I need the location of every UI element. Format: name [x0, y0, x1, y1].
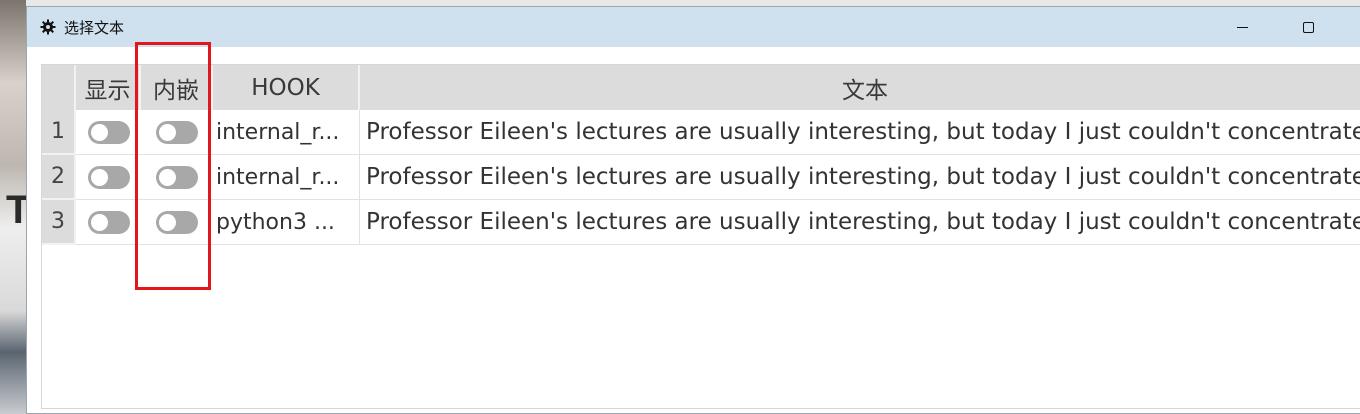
table-row[interactable]: 1 internal_r... Professor Eileen's lectu… — [42, 110, 1360, 155]
text-table: 显示 内嵌 HOOK 文本 1 internal_r... Professor … — [41, 64, 1360, 409]
toggle-knob — [90, 168, 108, 186]
select-text-window: 选择文本 显示 内嵌 HOOK 文本 1 internal_r... Profe… — [26, 6, 1360, 414]
show-toggle[interactable] — [87, 165, 130, 189]
title-bar[interactable]: 选择文本 — [27, 7, 1360, 47]
row-number: 2 — [42, 155, 76, 200]
hook-cell[interactable]: internal_r... — [213, 110, 360, 155]
text-cell[interactable]: Professor Eileen's lectures are usually … — [360, 155, 1360, 200]
annotation-highlight-box — [135, 42, 211, 290]
text-cell[interactable]: Professor Eileen's lectures are usually … — [360, 200, 1360, 245]
toggle-knob — [90, 123, 108, 141]
minimize-button[interactable] — [1219, 7, 1265, 47]
gear-icon — [40, 19, 56, 35]
show-cell — [76, 200, 141, 245]
hook-cell[interactable]: internal_r... — [213, 155, 360, 200]
header-corner[interactable] — [42, 65, 76, 110]
header-text[interactable]: 文本 — [360, 65, 1360, 110]
maximize-icon — [1302, 21, 1314, 33]
show-cell — [76, 155, 141, 200]
text-cell[interactable]: Professor Eileen's lectures are usually … — [360, 110, 1360, 155]
maximize-button[interactable] — [1285, 7, 1331, 47]
header-show[interactable]: 显示 — [76, 65, 141, 110]
row-number: 1 — [42, 110, 76, 155]
table-row[interactable]: 2 internal_r... Professor Eileen's lectu… — [42, 155, 1360, 200]
hook-cell[interactable]: python3 ... — [213, 200, 360, 245]
window-title: 选择文本 — [64, 18, 125, 37]
toggle-knob — [90, 213, 108, 231]
minimize-icon — [1236, 26, 1248, 28]
table-header: 显示 内嵌 HOOK 文本 — [42, 65, 1360, 110]
table-row[interactable]: 3 python3 ... Professor Eileen's lecture… — [42, 200, 1360, 245]
show-toggle[interactable] — [87, 120, 130, 144]
header-hook[interactable]: HOOK — [213, 65, 360, 110]
row-number: 3 — [42, 200, 76, 245]
show-toggle[interactable] — [87, 210, 130, 234]
show-cell — [76, 110, 141, 155]
